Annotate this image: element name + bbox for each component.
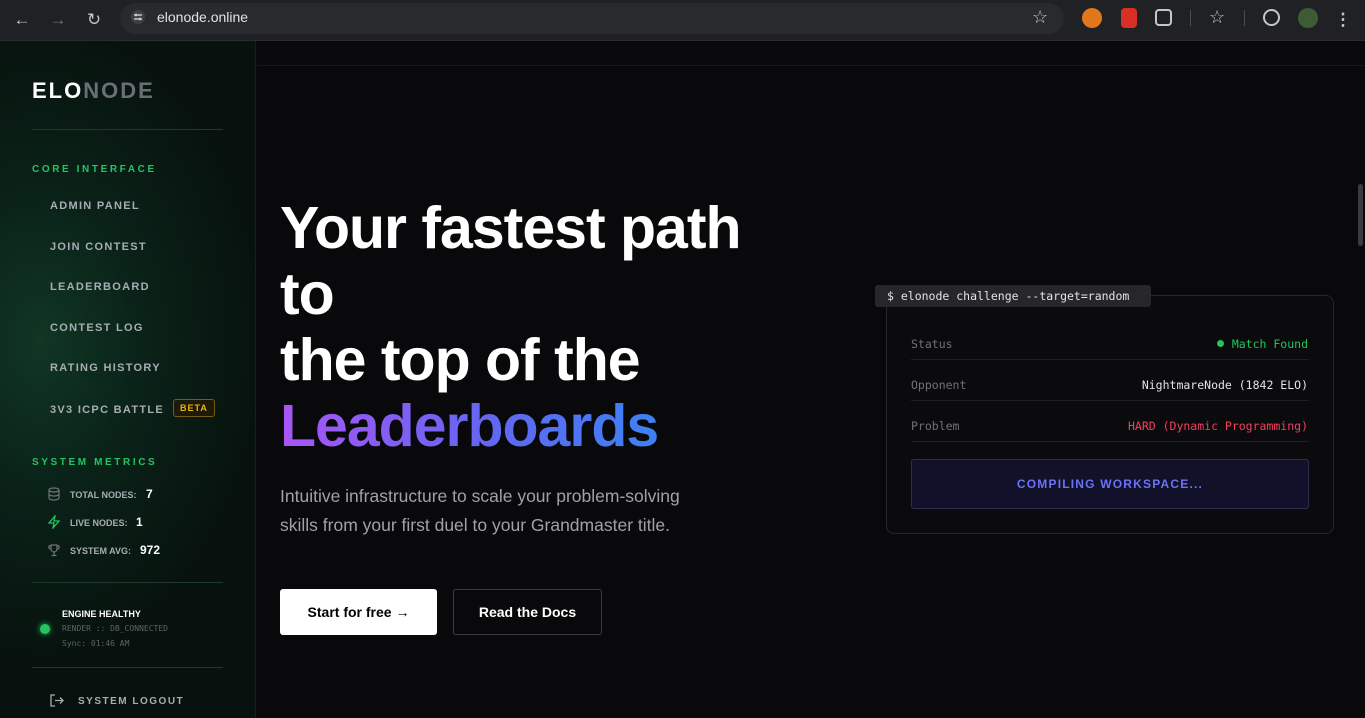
toolbar-separator [1244, 10, 1245, 26]
red-extension-icon[interactable] [1121, 8, 1137, 28]
hero-subtitle-line-1: Intuitive infrastructure to scale your p… [280, 486, 680, 506]
divider [32, 129, 223, 130]
system-metrics-heading: SYSTEM METRICS [32, 457, 158, 468]
reload-icon[interactable]: ↻ [82, 8, 106, 32]
bolt-icon [47, 513, 63, 531]
nav-join-contest[interactable]: JOIN CONTEST [50, 241, 147, 253]
metric-value-system-avg: 972 [140, 543, 161, 557]
row-divider [911, 359, 1309, 360]
logo-dim: NODE [83, 78, 155, 103]
metric-label-total-nodes: TOTAL NODES: [70, 490, 137, 500]
row-divider [911, 441, 1309, 442]
puzzle-extensions-icon[interactable] [1155, 9, 1172, 26]
browser-toolbar: ← → ↻ elonode.online ☆ ☆ ⋮ [0, 0, 1365, 41]
hero-subtitle-line-2: skills from your first duel to your Gran… [280, 515, 670, 535]
system-logout-button[interactable]: SYSTEM LOGOUT [78, 696, 184, 707]
scrollbar[interactable] [1358, 184, 1363, 246]
bookmark-star-icon[interactable]: ☆ [1032, 7, 1048, 28]
nav-contest-log[interactable]: CONTEST LOG [50, 322, 144, 334]
status-dot-icon [1216, 340, 1224, 347]
read-docs-button[interactable]: Read the Docs [453, 589, 602, 635]
problem-label: Problem [911, 419, 960, 433]
row-divider [911, 400, 1309, 401]
engine-sync-time: Sync: 01:46 AM [62, 639, 130, 648]
status-label: Status [911, 337, 953, 351]
divider [32, 667, 223, 668]
divider [32, 582, 223, 583]
metric-value-live-nodes: 1 [136, 515, 143, 529]
sidebar: ELONODE CORE INTERFACE ADMIN PANEL JOIN … [0, 41, 256, 718]
hero-line-3: the top of the [280, 327, 641, 393]
status-value-text: Match Found [1231, 337, 1308, 351]
nav-leaderboard[interactable]: LEADERBOARD [50, 281, 150, 293]
metric-value-total-nodes: 7 [146, 487, 153, 501]
core-interface-heading: CORE INTERFACE [32, 164, 157, 175]
site-settings-icon[interactable] [129, 9, 147, 27]
menu-dots-icon[interactable]: ⋮ [1331, 8, 1355, 32]
opponent-value: NightmareNode (1842 ELO) [1141, 378, 1308, 392]
metamask-extension-icon[interactable] [1082, 8, 1102, 28]
compiling-workspace-button[interactable]: COMPILING WORKSPACE... [911, 459, 1309, 509]
nav-admin-panel[interactable]: ADMIN PANEL [50, 200, 140, 212]
address-bar[interactable] [120, 3, 1064, 34]
logo-bright: ELO [32, 78, 84, 103]
terminal-command: $ elonode challenge --target=random [875, 285, 1151, 307]
database-icon [47, 487, 63, 503]
nav-rating-history[interactable]: RATING HISTORY [50, 362, 161, 374]
bookmarks-icon[interactable]: ☆ [1209, 7, 1225, 28]
toolbar-separator [1190, 10, 1191, 26]
hero-line-2: to [280, 261, 335, 327]
start-free-button[interactable]: Start for free → [280, 589, 437, 635]
metric-label-system-avg: SYSTEM AVG: [70, 546, 132, 556]
beta-badge: BETA [173, 399, 215, 417]
forward-arrow-icon[interactable]: → [46, 8, 70, 32]
back-arrow-icon[interactable]: ← [10, 8, 34, 32]
engine-status-dot [40, 624, 50, 634]
profile-avatar[interactable] [1298, 8, 1318, 28]
hero-line-4-gradient: Leaderboards [280, 393, 659, 459]
hero-line-1: Your fastest path [280, 195, 742, 261]
trophy-icon [47, 543, 63, 559]
logout-icon[interactable] [49, 693, 65, 709]
engine-status-title: ENGINE HEALTHY [62, 609, 141, 619]
logo[interactable]: ELONODE [32, 78, 155, 104]
opponent-label: Opponent [911, 378, 967, 392]
performance-icon[interactable] [1263, 9, 1280, 26]
nav-icpc-battle[interactable]: 3V3 ICPC BATTLE [50, 404, 164, 416]
metric-label-live-nodes: LIVE NODES: [70, 518, 128, 528]
problem-value: HARD (Dynamic Programming) [1127, 419, 1308, 433]
status-value: Match Found [1216, 337, 1308, 351]
engine-db-status: RENDER :: DB_CONNECTED [62, 624, 168, 633]
header-divider [257, 65, 1365, 66]
url-text[interactable]: elonode.online [157, 9, 248, 25]
